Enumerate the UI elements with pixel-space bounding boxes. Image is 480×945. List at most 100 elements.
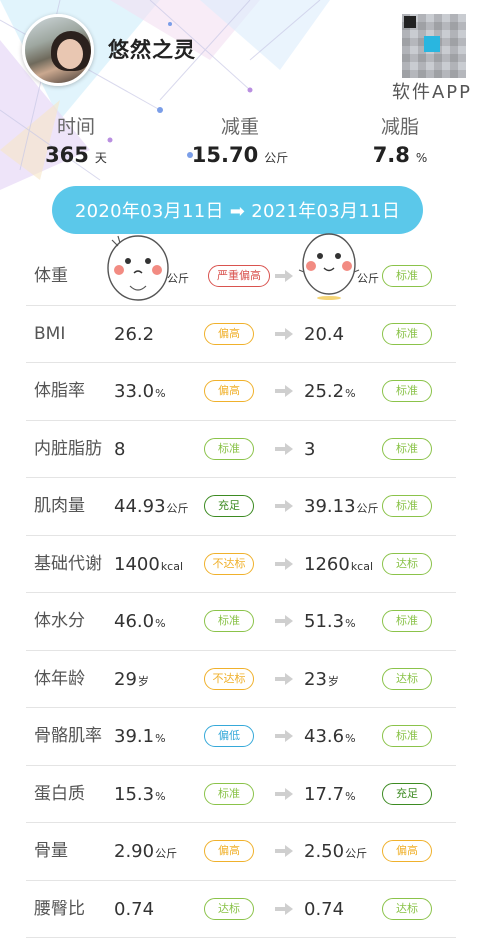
before-status-badge: 偏高 <box>204 322 254 345</box>
after-number: 17.7 <box>304 783 345 805</box>
stat-weight-loss: 减重 15.70 公斤 <box>180 112 300 167</box>
metric-row[interactable]: 体年龄 29岁 不达标 23岁 达标 <box>26 651 456 710</box>
after-number: 51.3 <box>304 611 345 632</box>
before-unit: % <box>155 387 166 400</box>
after-status-badge: 达标 <box>382 897 432 920</box>
arrow-right-icon <box>275 730 293 742</box>
metric-after-value: 2.50公斤 <box>304 823 367 882</box>
metric-row[interactable]: 体水分 46.0% 标准 51.3% 标准 <box>26 593 456 651</box>
metric-after-value: 0.74 <box>304 881 345 940</box>
metric-after-value: 51.3% <box>304 593 356 652</box>
metric-after-value: 1260kcal <box>304 536 373 595</box>
metric-name: 体水分 <box>34 611 85 631</box>
stat-unit: 公斤 <box>264 151 289 165</box>
metric-before-value: 15.3% <box>114 766 166 825</box>
stat-value: 15.70 <box>191 143 259 167</box>
metric-name: 基础代谢 <box>34 553 102 574</box>
after-status-badge: 标准 <box>382 495 432 517</box>
after-status-badge: 标准 <box>382 610 432 632</box>
before-number: 2.90 <box>114 841 155 862</box>
before-number: 46.0 <box>114 611 155 632</box>
before-status-badge: 充足 <box>204 495 254 517</box>
metric-name: 骨量 <box>34 841 68 861</box>
after-status-badge: 标准 <box>382 322 432 345</box>
metric-after-value: 25.2% <box>304 363 356 422</box>
metric-after-value: 20.4 <box>304 306 345 365</box>
metric-row[interactable]: 骨量 2.90公斤 偏高 2.50公斤 偏高 <box>26 823 456 881</box>
arrow-right-icon <box>275 500 293 512</box>
after-unit: 公斤 <box>356 502 379 515</box>
before-status-badge: 不达标 <box>204 667 254 690</box>
before-status-badge: 偏高 <box>204 840 254 862</box>
metrics-table: 体重 公斤 严重偏高 公斤 标准 BMI 26.2 偏高 20.4 标准 体脂率… <box>26 248 456 938</box>
qr-code-icon[interactable] <box>402 14 466 78</box>
metric-row[interactable]: 体脂率 33.0% 偏高 25.2% 标准 <box>26 363 456 421</box>
stat-label: 减重 <box>220 116 259 138</box>
before-number: 44.93 <box>114 496 166 517</box>
arrow-right-icon <box>275 385 293 397</box>
metric-row[interactable]: 体重 公斤 严重偏高 公斤 标准 <box>26 248 456 306</box>
after-number: 1260 <box>304 553 350 575</box>
before-status-badge: 标准 <box>204 437 254 460</box>
after-unit: % <box>345 617 356 630</box>
metric-after-value: 23岁 <box>304 651 339 710</box>
before-number: 0.74 <box>114 898 155 920</box>
metric-after-value: 17.7% <box>304 766 356 825</box>
arrow-right-icon <box>275 557 293 570</box>
metric-name: 体年龄 <box>34 668 85 689</box>
arrow-right-icon <box>275 902 293 915</box>
before-status-badge: 严重偏高 <box>208 265 270 287</box>
app-label: 软件APP <box>391 82 472 103</box>
stat-value: 7.8 <box>372 143 410 167</box>
profile-header: 悠然之灵 软件APP <box>0 0 480 112</box>
arrow-right-icon <box>275 787 293 800</box>
mascot-before-icon <box>107 235 169 301</box>
after-number: 25.2 <box>304 381 345 402</box>
before-unit: % <box>155 617 166 630</box>
before-number: 1400 <box>114 553 160 575</box>
arrow-right-icon <box>275 442 293 455</box>
after-number: 20.4 <box>304 323 345 345</box>
after-unit: 公斤 <box>345 847 368 860</box>
after-status-badge: 标准 <box>382 265 432 287</box>
before-unit: % <box>155 732 166 745</box>
metric-before-value: 2.90公斤 <box>114 823 177 882</box>
before-unit: 公斤 <box>166 502 189 515</box>
metric-name: 肌肉量 <box>34 496 85 516</box>
stat-label: 减脂 <box>380 116 419 138</box>
after-number: 39.13 <box>304 496 356 517</box>
metric-row[interactable]: 基础代谢 1400kcal 不达标 1260kcal 达标 <box>26 536 456 595</box>
after-status-badge: 偏高 <box>382 840 432 862</box>
metric-after-value: 43.6% <box>304 708 356 767</box>
after-status-badge: 充足 <box>382 782 432 805</box>
metric-row[interactable]: 蛋白质 15.3% 标准 17.7% 充足 <box>26 766 456 825</box>
before-status-badge: 不达标 <box>204 552 254 575</box>
after-unit: % <box>345 387 356 400</box>
after-number: 3 <box>304 438 316 460</box>
avatar[interactable] <box>22 14 94 86</box>
metric-row[interactable]: 腰臀比 0.74 达标 0.74 达标 <box>26 881 456 940</box>
after-status-badge: 达标 <box>382 552 432 575</box>
metric-row[interactable]: 内脏脂肪 8 标准 3 标准 <box>26 421 456 478</box>
metric-name: BMI <box>34 323 66 344</box>
after-unit: 公斤 <box>357 272 379 285</box>
metric-row[interactable]: 肌肉量 44.93公斤 充足 39.13公斤 标准 <box>26 478 456 536</box>
after-unit: % <box>345 732 356 745</box>
after-status-badge: 达标 <box>382 667 432 690</box>
metric-row[interactable]: BMI 26.2 偏高 20.4 标准 <box>26 306 456 365</box>
after-number: 2.50 <box>304 841 345 862</box>
stat-time: 时间 365 天 <box>36 112 116 167</box>
arrow-right-icon <box>275 845 293 857</box>
date-range-button[interactable]: 2020年03月11日 ➡ 2021年03月11日 <box>52 186 423 234</box>
after-unit: kcal <box>350 559 374 573</box>
before-number: 39.1 <box>114 726 155 747</box>
after-unit: 岁 <box>327 674 339 688</box>
arrow-right-icon <box>275 270 293 282</box>
before-status-badge: 偏高 <box>204 380 254 402</box>
after-status-badge: 标准 <box>382 725 432 747</box>
before-unit: kcal <box>160 559 184 573</box>
metric-row[interactable]: 骨骼肌率 39.1% 偏低 43.6% 标准 <box>26 708 456 766</box>
metric-before-value: 46.0% <box>114 593 166 652</box>
metric-after-value: 39.13公斤 <box>304 478 379 537</box>
metric-name: 蛋白质 <box>34 783 85 804</box>
